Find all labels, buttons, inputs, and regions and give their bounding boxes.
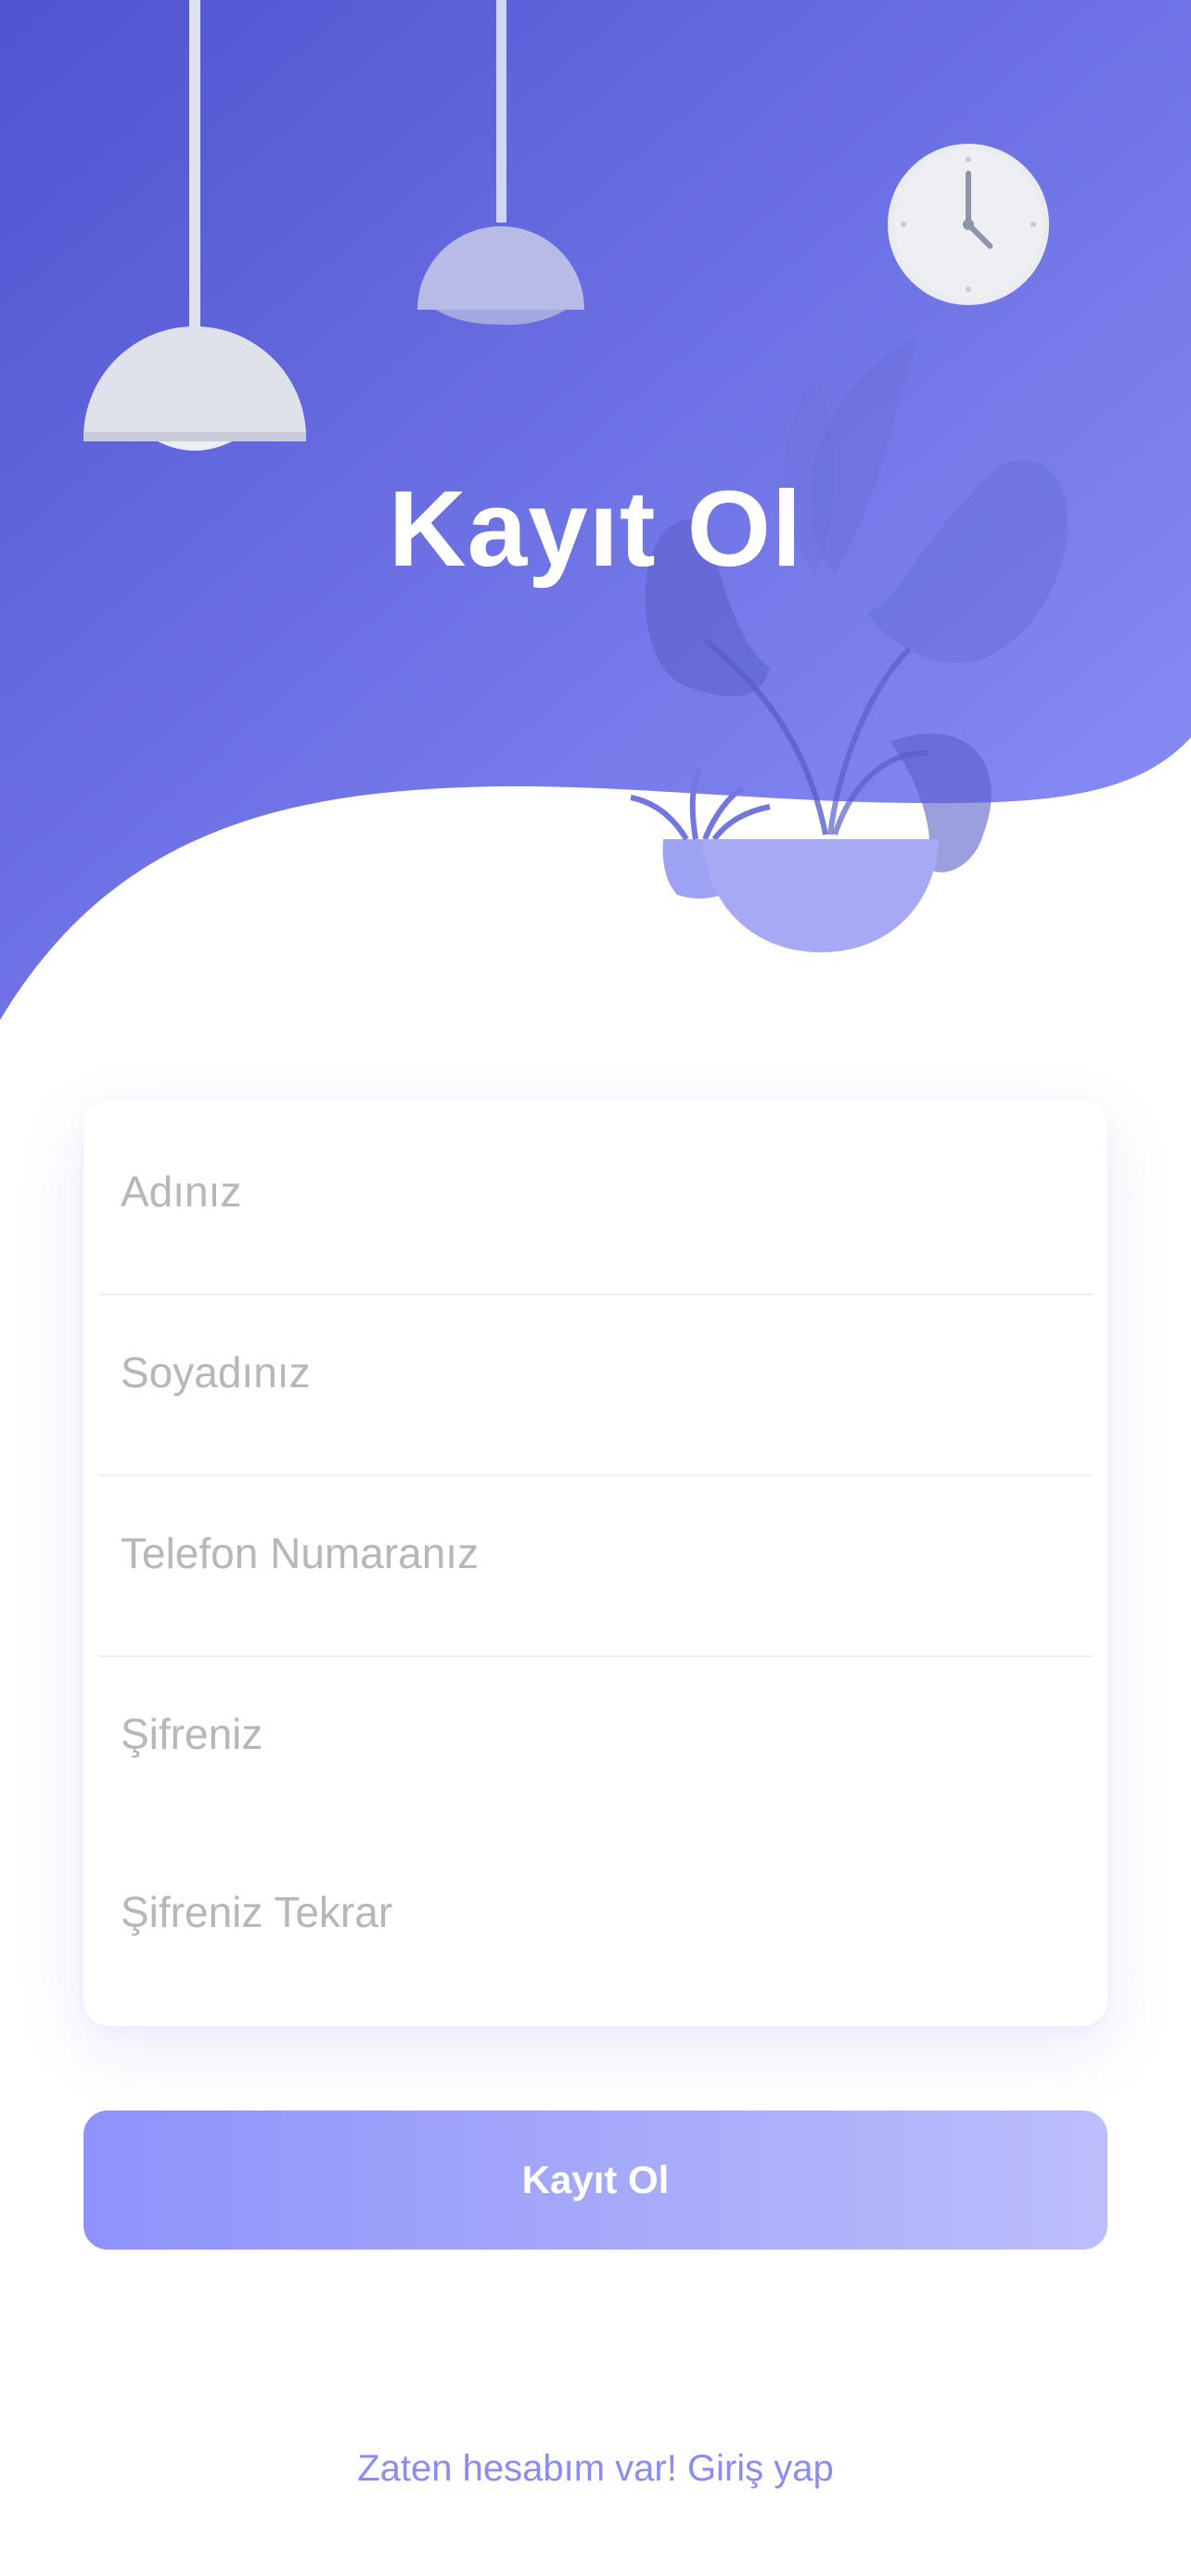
header-hero: Kayıt Ol [0, 0, 1191, 1029]
password-confirm-input[interactable] [121, 1821, 1067, 2002]
last-name-input[interactable] [121, 1282, 1067, 1462]
wall-clock-icon [888, 144, 1049, 305]
password-input[interactable] [121, 1643, 1067, 1824]
password-confirm-field [83, 1821, 1108, 2002]
first-name-field [83, 1101, 1108, 1282]
last-name-field [83, 1282, 1108, 1462]
page-title: Kayıt Ol [388, 468, 803, 589]
registration-form-card [83, 1101, 1108, 2026]
password-field [83, 1643, 1108, 1824]
phone-field [83, 1462, 1108, 1643]
login-link[interactable]: Zaten hesabım var! Giriş yap [0, 2442, 1191, 2494]
first-name-input[interactable] [121, 1101, 1067, 1282]
register-button[interactable]: Kayıt Ol [83, 2111, 1108, 2250]
phone-input[interactable] [121, 1462, 1067, 1643]
